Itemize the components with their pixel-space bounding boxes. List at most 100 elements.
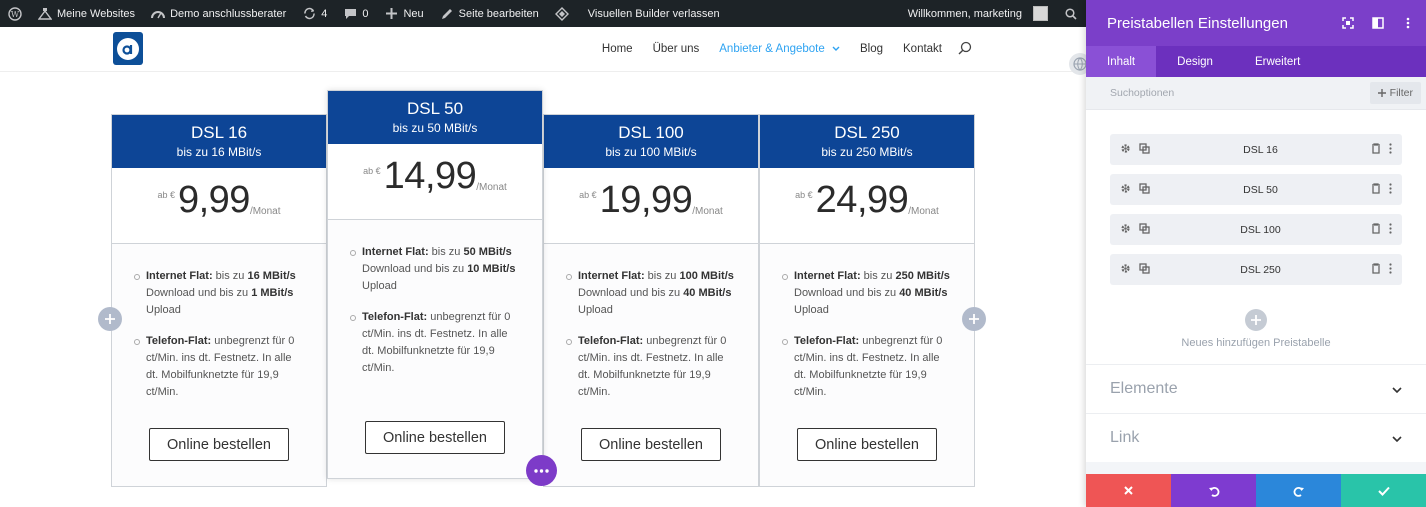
pricing-card-dsl-100[interactable]: DSL 100 bis zu 100 MBit/s ab € 19,99 /Mo… — [543, 114, 759, 487]
price-period: /Monat — [249, 206, 281, 217]
pricing-price-box: ab € 9,99 /Monat — [112, 168, 326, 244]
feature-item: Telefon-Flat: unbegrenzt für 0 ct/Min. i… — [134, 333, 306, 401]
pricing-card-dsl-50[interactable]: DSL 50 bis zu 50 MBit/s ab € 14,99 /Mona… — [327, 90, 543, 479]
section-link[interactable]: Link — [1086, 413, 1426, 462]
add-pricing-table[interactable]: Neues hinzufügen Preistabelle — [1110, 309, 1402, 349]
pricing-card-dsl-250[interactable]: DSL 250 bis zu 250 MBit/s ab € 24,99 /Mo… — [759, 114, 975, 487]
panel-footer — [1086, 474, 1426, 507]
fullscreen-icon[interactable] — [1333, 17, 1363, 29]
list-item-label: DSL 16 — [1243, 143, 1278, 156]
panel-menu-icon[interactable] — [1393, 17, 1423, 29]
order-button[interactable]: Online bestellen — [149, 428, 289, 461]
order-button[interactable]: Online bestellen — [797, 428, 937, 461]
chevron-down-icon — [1392, 431, 1402, 445]
price-amount: 9,99 — [177, 179, 250, 221]
feature-item: Internet Flat: bis zu 100 MBit/s Downloa… — [566, 268, 738, 319]
feature-list: Internet Flat: bis zu 16 MBit/s Download… — [112, 268, 326, 401]
price-currency: ab € — [579, 190, 597, 200]
filter-button[interactable]: Filter — [1369, 82, 1421, 104]
check-icon — [1377, 486, 1390, 496]
search-options-bar: Suchoptionen Filter — [1086, 77, 1426, 110]
chevron-down-icon — [1392, 382, 1402, 396]
feature-list: Internet Flat: bis zu 250 MBit/s Downloa… — [760, 268, 974, 401]
trash-icon[interactable] — [1371, 182, 1381, 197]
pricing-price-box: ab € 14,99 /Monat — [328, 144, 542, 220]
settings-panel: Preistabellen Einstellungen Inhalt Desig… — [1086, 0, 1426, 507]
list-item-dsl-100[interactable]: DSL 100 — [1110, 214, 1402, 245]
trash-icon[interactable] — [1371, 142, 1381, 157]
pricing-title: DSL 16 — [190, 123, 248, 142]
add-item-label: Neues hinzufügen Preistabelle — [1181, 337, 1331, 349]
panel-tabs: Inhalt Design Erweitert — [1086, 46, 1426, 77]
duplicate-icon[interactable] — [1139, 142, 1150, 157]
feature-list: Internet Flat: bis zu 50 MBit/s Download… — [328, 244, 542, 377]
order-button[interactable]: Online bestellen — [581, 428, 721, 461]
price-period: /Monat — [692, 206, 723, 217]
undo-icon — [1208, 486, 1219, 497]
more-options-button[interactable] — [526, 455, 557, 486]
section-elements[interactable]: Elemente — [1086, 364, 1426, 413]
add-column-left-button[interactable] — [98, 307, 122, 331]
undo-button[interactable] — [1171, 474, 1256, 507]
pricing-subtitle: bis zu 16 MBit/s — [176, 145, 262, 159]
tab-design[interactable]: Design — [1156, 46, 1234, 77]
search-options-input[interactable]: Suchoptionen — [1110, 87, 1174, 99]
section-elements-label: Elemente — [1110, 380, 1178, 397]
item-menu-icon[interactable] — [1389, 262, 1392, 277]
split-view-icon[interactable] — [1363, 17, 1393, 29]
panel-header: Preistabellen Einstellungen — [1086, 0, 1426, 46]
item-menu-icon[interactable] — [1389, 182, 1392, 197]
pricing-price-box: ab € 24,99 /Monat — [760, 168, 974, 244]
gear-icon[interactable] — [1120, 183, 1131, 197]
item-menu-icon[interactable] — [1389, 142, 1392, 157]
order-button[interactable]: Online bestellen — [365, 421, 505, 454]
wordpress-logo-button[interactable]: W — [0, 0, 30, 27]
pricing-card-header: DSL 50 bis zu 50 MBit/s — [328, 91, 542, 144]
list-item-dsl-16[interactable]: DSL 16 — [1110, 134, 1402, 165]
gear-icon[interactable] — [1120, 143, 1131, 157]
gear-icon[interactable] — [1120, 263, 1131, 277]
pricing-subtitle: bis zu 50 MBit/s — [392, 121, 478, 135]
save-button[interactable] — [1341, 474, 1426, 507]
add-item-button[interactable] — [1245, 309, 1267, 331]
duplicate-icon[interactable] — [1139, 262, 1150, 277]
redo-button[interactable] — [1256, 474, 1341, 507]
list-item-label: DSL 50 — [1243, 183, 1278, 196]
tab-advanced[interactable]: Erweitert — [1234, 46, 1321, 77]
list-item-label: DSL 250 — [1240, 263, 1281, 276]
cancel-button[interactable] — [1086, 474, 1171, 507]
item-menu-icon[interactable] — [1389, 222, 1392, 237]
tab-content[interactable]: Inhalt — [1086, 46, 1157, 77]
price-amount: 24,99 — [815, 179, 909, 221]
duplicate-icon[interactable] — [1139, 222, 1150, 237]
trash-icon[interactable] — [1371, 222, 1381, 237]
feature-item: Internet Flat: bis zu 250 MBit/s Downloa… — [782, 268, 954, 319]
section-link-label: Link — [1110, 429, 1140, 446]
list-item-dsl-50[interactable]: DSL 50 — [1110, 174, 1402, 205]
gear-icon[interactable] — [1120, 223, 1131, 237]
svg-text:W: W — [11, 10, 20, 19]
redo-icon — [1293, 486, 1304, 497]
pricing-title: DSL 50 — [406, 99, 464, 118]
list-item-dsl-250[interactable]: DSL 250 — [1110, 254, 1402, 285]
price-currency: ab € — [157, 190, 175, 200]
feature-item: Telefon-Flat: unbegrenzt für 0 ct/Min. i… — [566, 333, 738, 401]
feature-list: Internet Flat: bis zu 100 MBit/s Downloa… — [544, 268, 758, 401]
admin-search-button[interactable] — [1056, 0, 1086, 27]
trash-icon[interactable] — [1371, 262, 1381, 277]
price-amount: 14,99 — [383, 155, 477, 197]
wordpress-icon: W — [8, 6, 22, 21]
price-period: /Monat — [908, 206, 939, 217]
feature-item: Telefon-Flat: unbegrenzt für 0 ct/Min. i… — [350, 309, 522, 377]
pricing-subtitle: bis zu 100 MBit/s — [605, 145, 697, 159]
filter-label: Filter — [1389, 87, 1413, 99]
pricing-card-header: DSL 250 bis zu 250 MBit/s — [760, 115, 974, 168]
pricing-card-dsl-16[interactable]: DSL 16 bis zu 16 MBit/s ab € 9,99 /Monat… — [111, 114, 327, 487]
add-column-right-button[interactable] — [962, 307, 986, 331]
price-period: /Monat — [476, 182, 507, 193]
pricing-title: DSL 250 — [834, 123, 900, 142]
duplicate-icon[interactable] — [1139, 182, 1150, 197]
search-icon — [1064, 7, 1078, 21]
pricing-card-header: DSL 16 bis zu 16 MBit/s — [112, 115, 326, 168]
panel-title: Preistabellen Einstellungen — [1107, 14, 1288, 32]
